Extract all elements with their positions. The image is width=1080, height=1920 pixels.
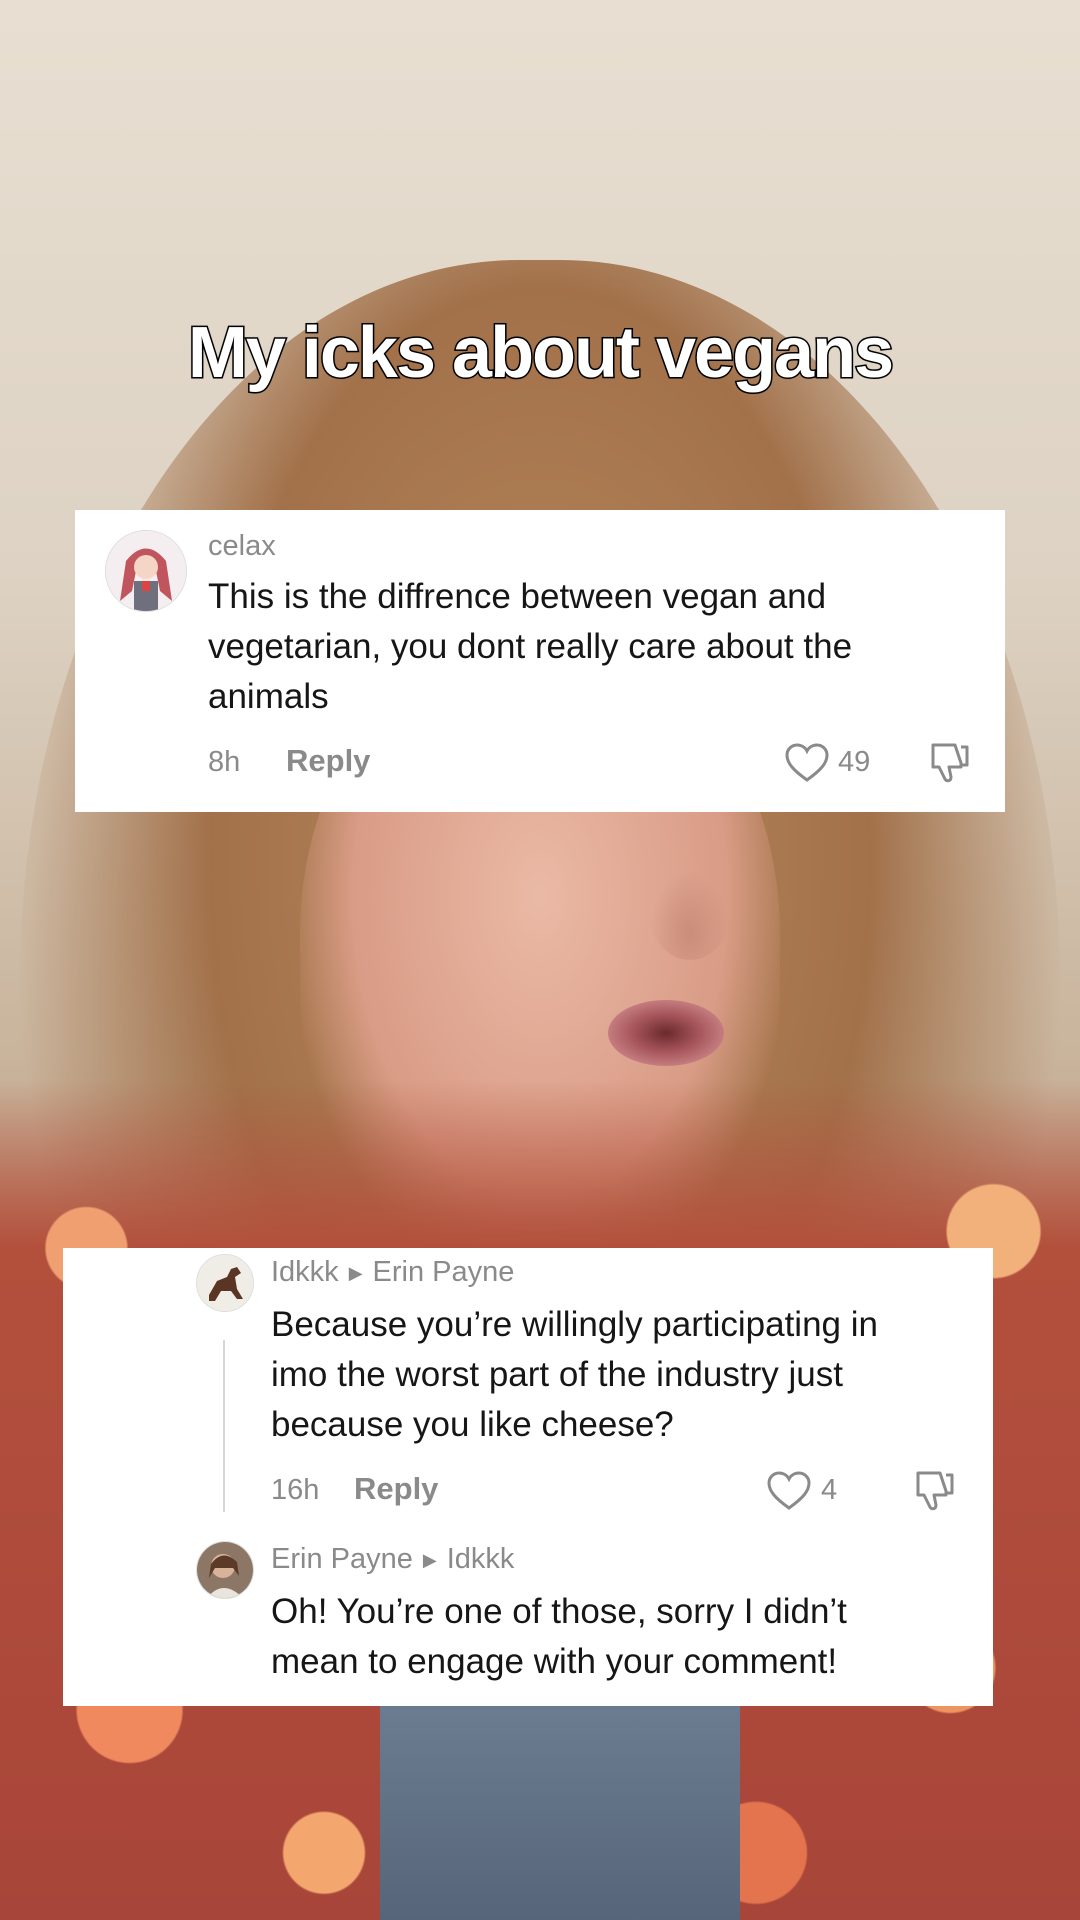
thumbs-down-icon[interactable] — [925, 739, 971, 785]
comment-username[interactable]: celax — [208, 530, 276, 563]
horse-avatar-icon[interactable] — [196, 1254, 254, 1312]
comment-line: because you like cheese? — [271, 1405, 674, 1444]
comment-line: mean to engage with your comment! — [271, 1642, 838, 1681]
comment-timestamp: 8h — [208, 746, 241, 778]
comment-line: This is the diffrence between vegan and — [208, 577, 827, 616]
reply-username[interactable]: Erin Payne — [271, 1543, 413, 1575]
nose-shape — [650, 870, 730, 960]
comment-card-main: celax This is the diffrence between vega… — [75, 510, 1005, 812]
like-count: 4 — [821, 1474, 838, 1506]
reply-arrow-icon: ▶ — [422, 1549, 437, 1570]
comment-text: This is the diffrence between vegan and … — [208, 572, 852, 722]
video-caption: My icks about vegans — [186, 312, 895, 395]
thread-line — [223, 1340, 225, 1512]
reply-text: Because you’re willingly participating i… — [271, 1300, 878, 1450]
anime-girl-avatar-icon[interactable] — [105, 530, 187, 612]
comment-line: vegetarian, you dont really care about t… — [208, 627, 853, 666]
reply-username[interactable]: Idkkk — [271, 1256, 339, 1288]
reply-button[interactable]: Reply — [286, 743, 370, 779]
denim-jacket — [380, 1680, 740, 1920]
reply-button[interactable]: Reply — [354, 1471, 438, 1507]
reply-username-line: Erin Payne ▶ Idkkk — [271, 1543, 514, 1576]
comment-line: imo the worst part of the industry just — [271, 1355, 843, 1394]
reply-username-line: Idkkk ▶ Erin Payne — [271, 1256, 514, 1289]
like-count: 49 — [838, 746, 871, 778]
person-avatar-icon[interactable] — [196, 1541, 254, 1599]
reply-timestamp: 16h — [271, 1474, 320, 1506]
comment-card-thread: Idkkk ▶ Erin Payne Because you’re willingl… — [63, 1248, 993, 1706]
comment-line: Because you’re willingly participating i… — [271, 1305, 878, 1344]
thumbs-down-icon[interactable] — [910, 1467, 956, 1513]
reply-to-username[interactable]: Idkkk — [447, 1543, 515, 1575]
reply-to-username[interactable]: Erin Payne — [373, 1256, 515, 1288]
comment-line: Oh! You’re one of those, sorry I didn’t — [271, 1592, 847, 1631]
heart-icon[interactable] — [785, 743, 829, 783]
reply-arrow-icon: ▶ — [348, 1262, 363, 1283]
lips-shape — [608, 1000, 724, 1066]
comment-line: animals — [208, 677, 329, 716]
heart-icon[interactable] — [767, 1471, 811, 1511]
reply-text: Oh! You’re one of those, sorry I didn’t … — [271, 1587, 847, 1687]
